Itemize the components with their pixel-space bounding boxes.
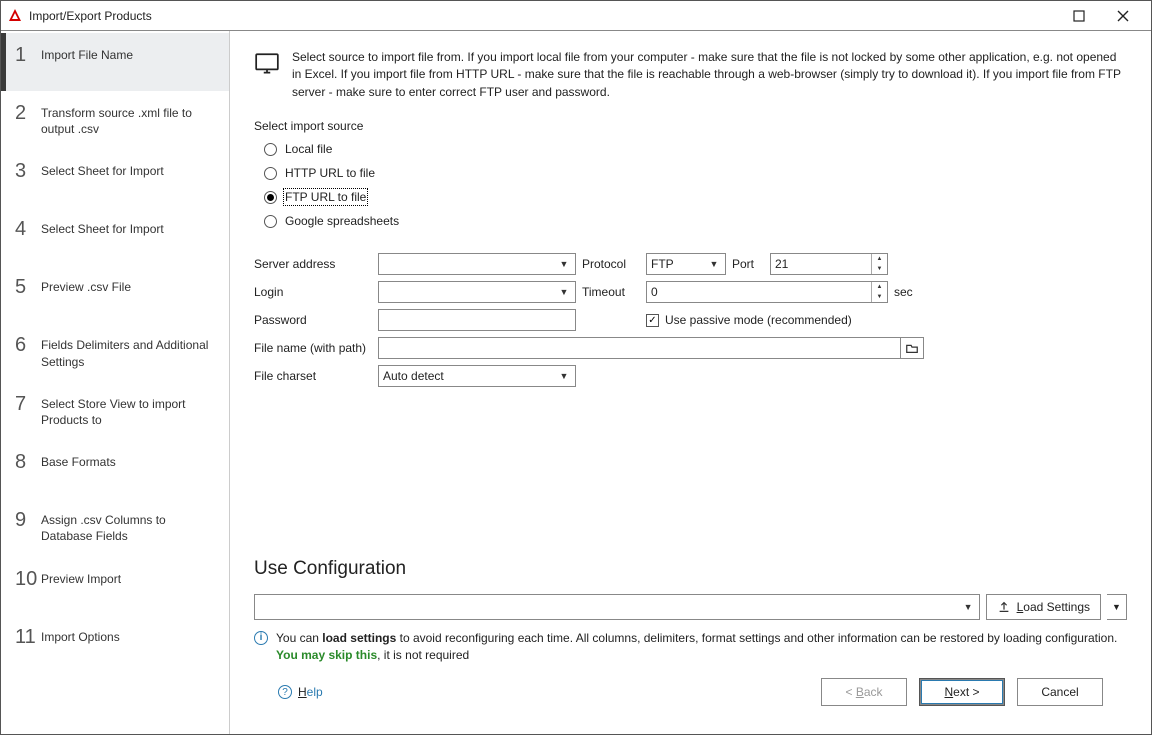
next-button[interactable]: Next > Next > bbox=[919, 678, 1005, 706]
password-input[interactable] bbox=[378, 309, 576, 331]
radio-http-url[interactable]: HTTP URL to file bbox=[264, 163, 1127, 183]
protocol-select[interactable]: FTP ▼ bbox=[646, 253, 726, 275]
protocol-label: Protocol bbox=[582, 257, 640, 271]
radio-circle-icon bbox=[264, 143, 277, 156]
spin-up-icon[interactable]: ▲ bbox=[872, 254, 887, 264]
timeout-stepper[interactable]: 0 ▲▼ bbox=[646, 281, 888, 303]
back-button[interactable]: < Back < Back bbox=[821, 678, 907, 706]
configuration-select[interactable]: ▼ bbox=[254, 594, 980, 620]
step-11[interactable]: 11 Import Options bbox=[1, 615, 229, 673]
charset-label: File charset bbox=[254, 369, 372, 383]
browse-button[interactable] bbox=[900, 337, 924, 359]
chevron-down-icon: ▼ bbox=[557, 287, 571, 297]
use-configuration-section: Use Configuration ▼ LLoad Settingsoad Se… bbox=[254, 558, 1127, 664]
spin-up-icon[interactable]: ▲ bbox=[872, 282, 887, 292]
charset-select[interactable]: Auto detect ▼ bbox=[378, 365, 576, 387]
intro-text: Select source to import file from. If yo… bbox=[292, 49, 1127, 101]
server-address-input[interactable]: ▼ bbox=[378, 253, 576, 275]
wizard-window: Import/Export Products 1 Import File Nam… bbox=[0, 0, 1152, 735]
timeout-unit: sec bbox=[894, 285, 924, 299]
radio-circle-icon bbox=[264, 167, 277, 180]
port-label: Port bbox=[732, 257, 764, 271]
passive-mode-checkbox[interactable]: ✓ Use passive mode (recommended) bbox=[646, 313, 924, 327]
wizard-steps-sidebar: 1 Import File Name 2 Transform source .x… bbox=[1, 31, 230, 734]
source-radio-group: Local file HTTP URL to file FTP URL to f… bbox=[254, 139, 1127, 231]
help-icon: ? bbox=[278, 685, 292, 699]
spin-down-icon[interactable]: ▼ bbox=[872, 264, 887, 274]
spin-down-icon[interactable]: ▼ bbox=[872, 292, 887, 302]
radio-local-file[interactable]: Local file bbox=[264, 139, 1127, 159]
chevron-down-icon: ▼ bbox=[557, 371, 571, 381]
info-message: i You can load settings to avoid reconfi… bbox=[254, 630, 1127, 664]
close-button[interactable] bbox=[1101, 2, 1145, 30]
maximize-button[interactable] bbox=[1057, 2, 1101, 30]
main-panel: Select source to import file from. If yo… bbox=[230, 31, 1151, 734]
step-1[interactable]: 1 Import File Name bbox=[1, 33, 229, 91]
step-8[interactable]: 8 Base Formats bbox=[1, 440, 229, 498]
radio-circle-icon bbox=[264, 215, 277, 228]
step-9[interactable]: 9 Assign .csv Columns to Database Fields bbox=[1, 498, 229, 556]
monitor-icon bbox=[254, 51, 280, 77]
use-configuration-title: Use Configuration bbox=[254, 558, 1127, 580]
checkbox-checked-icon: ✓ bbox=[646, 314, 659, 327]
ftp-form: Server address ▼ Protocol FTP ▼ Port 21 … bbox=[254, 253, 1127, 387]
password-label: Password bbox=[254, 313, 372, 327]
step-6[interactable]: 6 Fields Delimiters and Additional Setti… bbox=[1, 323, 229, 381]
titlebar: Import/Export Products bbox=[1, 1, 1151, 31]
chevron-down-icon: ▼ bbox=[964, 602, 973, 612]
window-title: Import/Export Products bbox=[29, 9, 152, 23]
source-group-label: Select import source bbox=[254, 119, 1127, 133]
load-settings-dropdown[interactable]: ▼ bbox=[1107, 594, 1127, 620]
radio-google-spreadsheets[interactable]: Google spreadsheets bbox=[264, 211, 1127, 231]
timeout-label: Timeout bbox=[582, 285, 640, 299]
intro-block: Select source to import file from. If yo… bbox=[254, 49, 1127, 101]
chevron-down-icon: ▼ bbox=[707, 259, 721, 269]
info-icon: i bbox=[254, 631, 268, 645]
radio-ftp-url[interactable]: FTP URL to file bbox=[264, 187, 1127, 207]
login-label: Login bbox=[254, 285, 372, 299]
step-4[interactable]: 4 Select Sheet for Import bbox=[1, 207, 229, 265]
step-10[interactable]: 10 Preview Import bbox=[1, 557, 229, 615]
radio-circle-icon bbox=[264, 191, 277, 204]
wizard-bottom-bar: ? Help Help < Back < Back Next > Next > … bbox=[254, 664, 1127, 724]
filename-label: File name (with path) bbox=[254, 341, 372, 355]
upload-icon bbox=[997, 600, 1011, 614]
help-link[interactable]: ? Help Help bbox=[278, 685, 323, 699]
server-address-label: Server address bbox=[254, 257, 372, 271]
login-input[interactable]: ▼ bbox=[378, 281, 576, 303]
step-3[interactable]: 3 Select Sheet for Import bbox=[1, 149, 229, 207]
port-stepper[interactable]: 21 ▲▼ bbox=[770, 253, 888, 275]
app-icon bbox=[7, 8, 23, 24]
filename-input[interactable] bbox=[378, 337, 901, 359]
step-2[interactable]: 2 Transform source .xml file to output .… bbox=[1, 91, 229, 149]
cancel-button[interactable]: Cancel bbox=[1017, 678, 1103, 706]
step-7[interactable]: 7 Select Store View to import Products t… bbox=[1, 382, 229, 440]
chevron-down-icon: ▼ bbox=[557, 259, 571, 269]
step-5[interactable]: 5 Preview .csv File bbox=[1, 265, 229, 323]
load-settings-button[interactable]: LLoad Settingsoad Settings bbox=[986, 594, 1101, 620]
